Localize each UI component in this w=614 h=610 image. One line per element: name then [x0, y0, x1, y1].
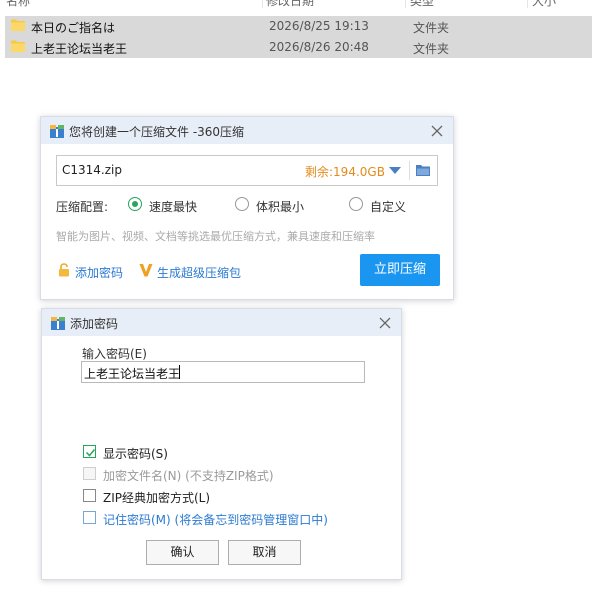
lock-icon	[59, 263, 69, 277]
file-type: 文件夹	[413, 21, 450, 35]
checkbox-box	[83, 467, 96, 480]
file-type: 文件夹	[413, 42, 450, 56]
checkbox-label[interactable]: ZIP经典加密方式(L)	[103, 489, 210, 506]
column-header-date[interactable]: 修改日期	[266, 0, 314, 9]
column-header-size[interactable]: 大小	[532, 0, 556, 9]
360zip-app-icon	[50, 125, 64, 138]
archive-path-field[interactable]: C1314.zip 剩余:194.0GB	[56, 155, 438, 186]
file-row[interactable]: 上老王论坛当老王 2026/8/26 20:48 文件夹	[5, 37, 592, 58]
column-divider[interactable]	[405, 0, 406, 8]
confirm-button[interactable]: 确认	[146, 540, 219, 565]
folder-icon	[11, 19, 25, 31]
add-password-title: 添加密码	[70, 317, 119, 331]
compress-dialog: 您将创建一个压缩文件 -360压缩 C1314.zip 剩余:194.0GB 压…	[40, 116, 454, 300]
close-button[interactable]	[427, 121, 447, 141]
file-row[interactable]: 本日のご指名は 2026/8/25 19:13 文件夹	[5, 16, 592, 37]
free-space-label: 剩余:194.0GB	[305, 165, 385, 179]
checkbox-box[interactable]	[83, 445, 96, 458]
compression-hint: 智能为图片、视频、文档等挑选最优压缩方式，兼具速度和压缩率	[56, 230, 375, 243]
password-input-label: 输入密码(E)	[82, 347, 147, 361]
chevron-down-icon[interactable]	[389, 167, 401, 175]
file-list-header: 名称 修改日期 类型 大小	[0, 0, 600, 9]
radio-dot[interactable]	[349, 197, 363, 211]
add-password-label[interactable]: 添加密码	[75, 264, 123, 281]
password-value[interactable]: 上老王论坛当老王	[84, 365, 180, 382]
column-divider[interactable]	[262, 0, 263, 8]
column-header-type[interactable]: 类型	[410, 0, 434, 9]
checkbox-box[interactable]	[83, 489, 96, 502]
close-icon	[379, 317, 391, 329]
compression-config-label: 压缩配置:	[56, 200, 109, 214]
divider	[409, 161, 410, 180]
column-header-name[interactable]: 名称	[6, 0, 30, 9]
file-date: 2026/8/26 20:48	[269, 40, 369, 54]
checkbox-label: 加密文件名(N) (不支持ZIP格式)	[103, 469, 274, 483]
file-name: 本日のご指名は	[31, 21, 116, 35]
browse-folder-icon[interactable]	[415, 162, 431, 178]
archive-filename[interactable]: C1314.zip	[62, 163, 122, 177]
password-input[interactable]: 上老王论坛当老王	[81, 361, 365, 383]
radio-label[interactable]: 体积最小	[256, 198, 304, 215]
close-button[interactable]	[375, 313, 395, 333]
add-password-dialog: 添加密码 输入密码(E) 上老王论坛当老王 显示密码(S) 加密文件名(N) (…	[41, 308, 402, 580]
compress-dialog-title: 您将创建一个压缩文件 -360压缩	[69, 125, 245, 139]
compress-now-button[interactable]: 立即压缩	[360, 254, 440, 286]
text-caret	[179, 365, 180, 379]
vip-v-icon	[139, 264, 153, 277]
column-divider[interactable]	[527, 0, 528, 8]
checkbox-box[interactable]	[83, 511, 96, 524]
checkmark-icon	[85, 449, 96, 457]
360zip-app-icon	[51, 317, 65, 330]
cancel-button[interactable]: 取消	[228, 540, 301, 565]
compress-dialog-titlebar[interactable]: 您将创建一个压缩文件 -360压缩	[41, 117, 453, 144]
close-icon	[431, 125, 443, 137]
file-date: 2026/8/25 19:13	[269, 19, 369, 33]
radio-dot[interactable]	[128, 197, 142, 211]
radio-label[interactable]: 自定义	[370, 198, 406, 215]
radio-label[interactable]: 速度最快	[149, 198, 197, 215]
add-password-titlebar[interactable]: 添加密码	[42, 309, 401, 336]
checkbox-label[interactable]: 记住密码(M) (将会备忘到密码管理窗口中)	[103, 511, 328, 528]
folder-icon	[11, 40, 25, 52]
file-list: 名称 修改日期 类型 大小 本日のご指名は 2026/8/25 19:13 文件…	[0, 0, 614, 60]
super-compress-label[interactable]: 生成超级压缩包	[157, 264, 241, 281]
checkbox-label[interactable]: 显示密码(S)	[103, 445, 168, 462]
radio-dot[interactable]	[235, 197, 249, 211]
file-name: 上老王论坛当老王	[31, 42, 128, 56]
